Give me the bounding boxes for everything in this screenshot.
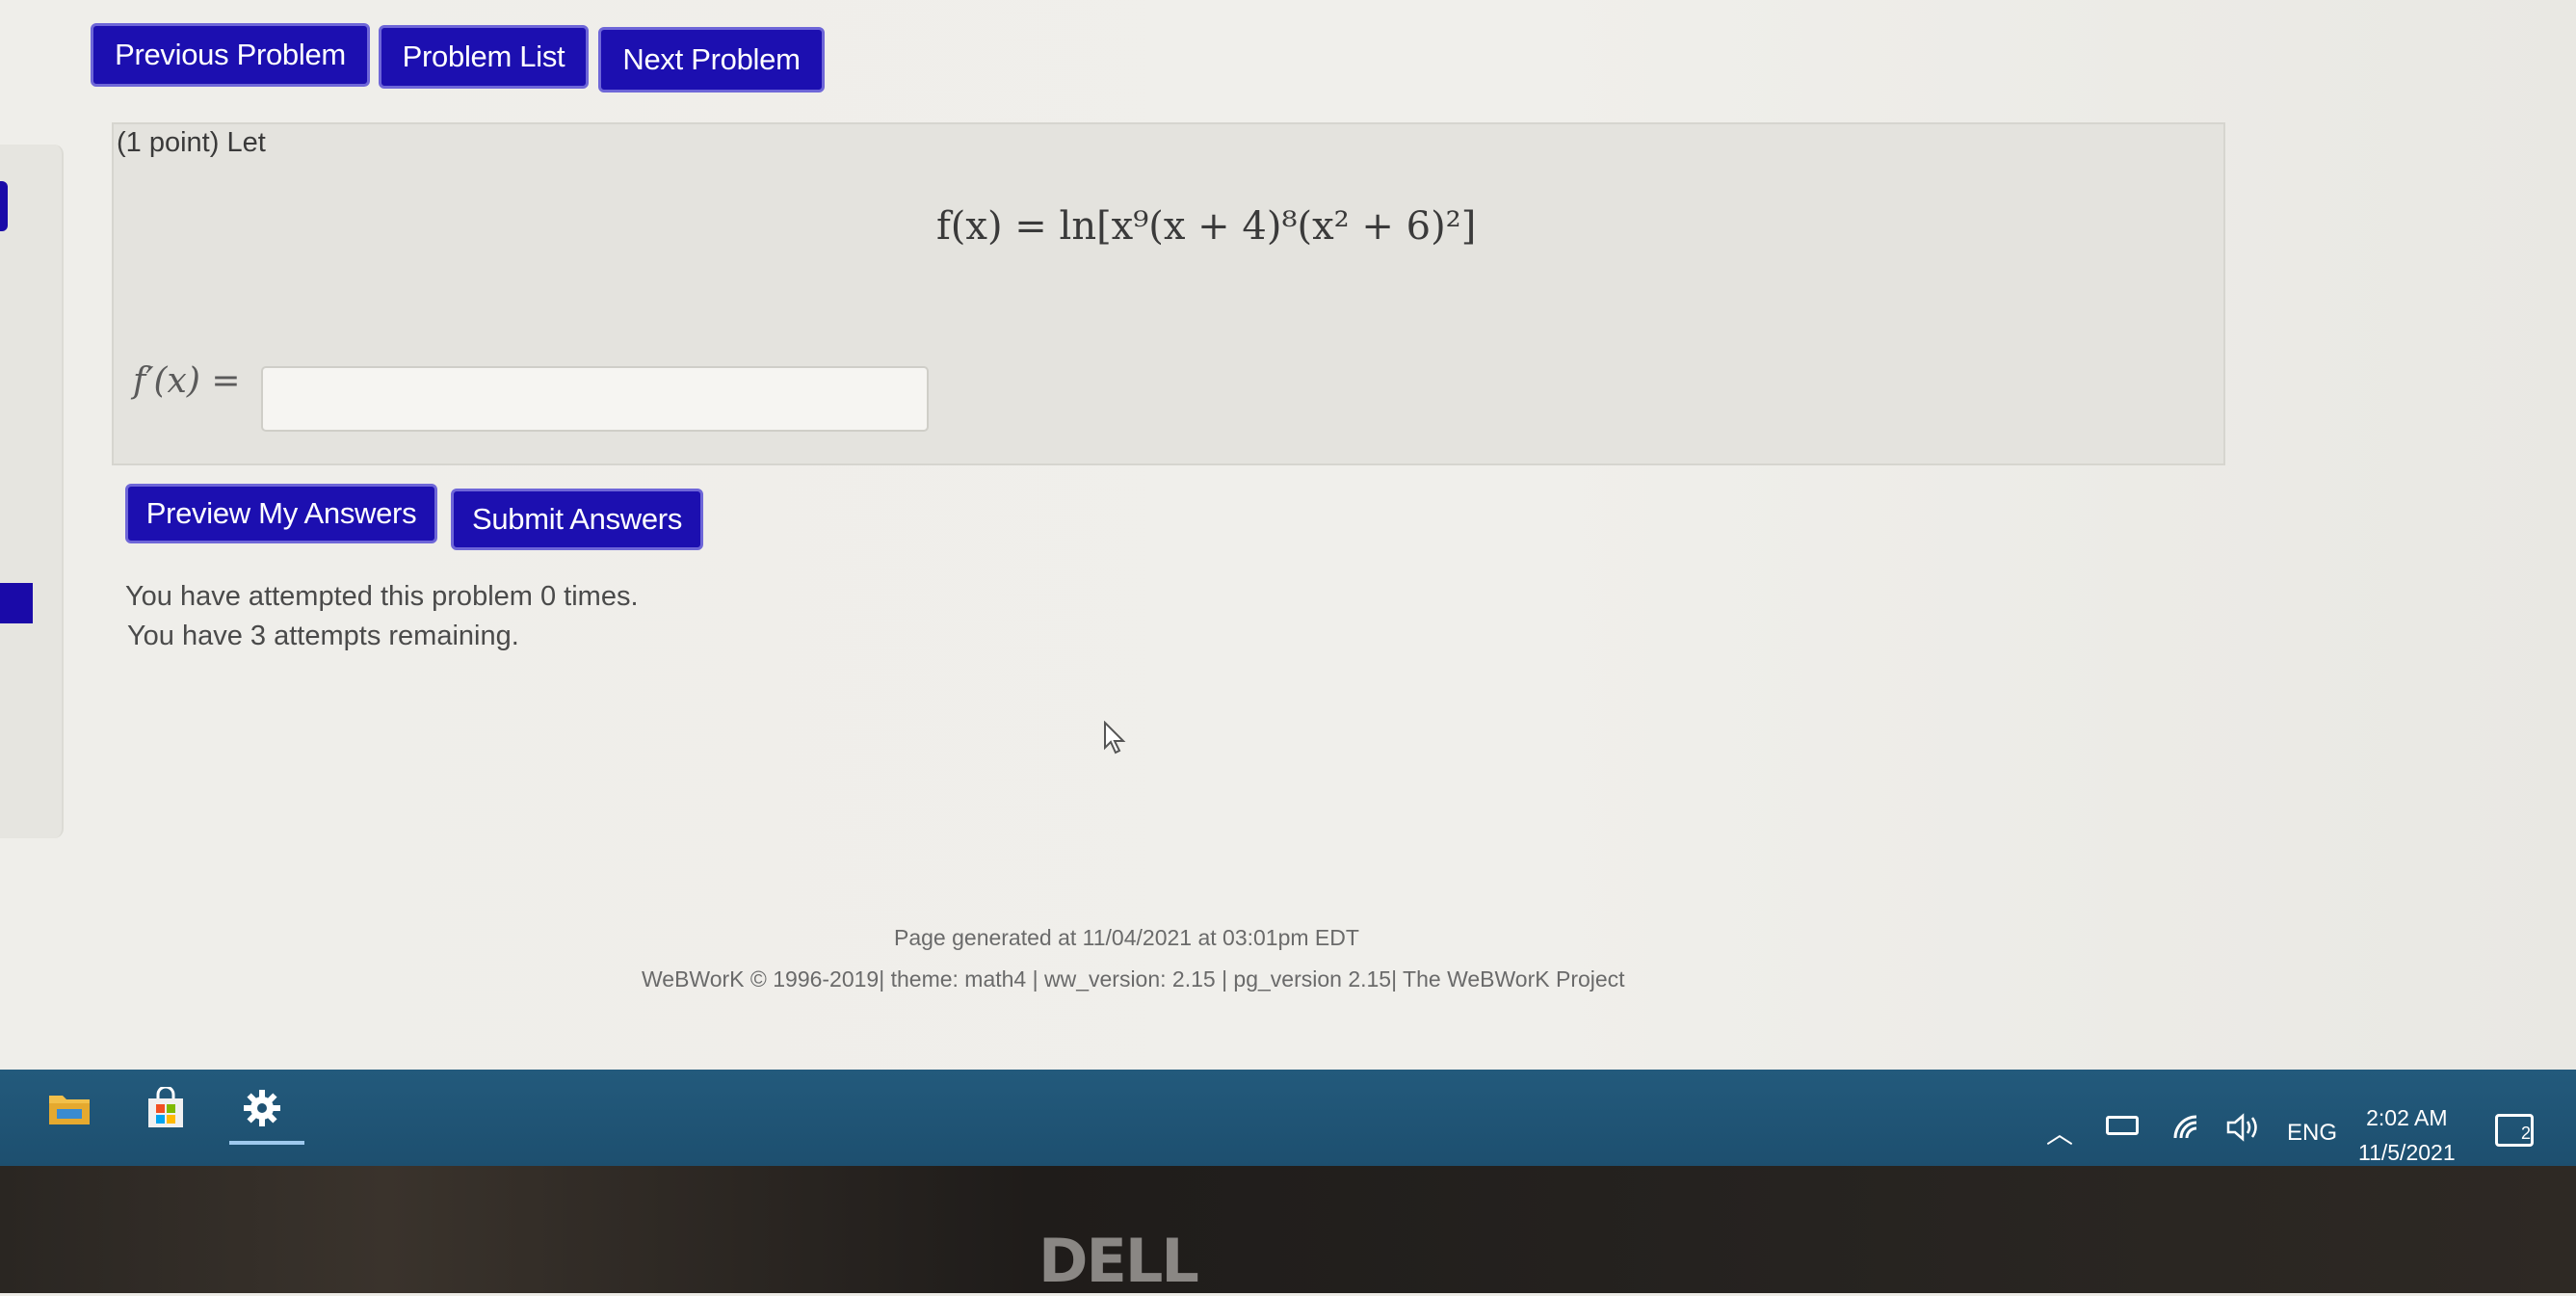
volume-icon[interactable]: [2225, 1113, 2264, 1149]
system-clock[interactable]: 2:02 AM 11/5/2021: [2358, 1100, 2456, 1170]
submit-answers-button[interactable]: Submit Answers: [451, 489, 703, 550]
battery-icon[interactable]: [2106, 1116, 2139, 1135]
page-generated-text: Page generated at 11/04/2021 at 03:01pm …: [894, 925, 1359, 950]
store-icon[interactable]: [141, 1085, 191, 1131]
sidebar-marker[interactable]: [0, 583, 33, 623]
language-indicator[interactable]: ENG: [2287, 1120, 2337, 1147]
left-sidebar: [0, 145, 64, 838]
settings-icon[interactable]: [237, 1085, 287, 1131]
problem-list-button[interactable]: Problem List: [379, 25, 589, 89]
clock-time: 2:02 AM: [2366, 1105, 2448, 1130]
notification-center-icon[interactable]: 2: [2495, 1114, 2534, 1147]
active-app-indicator: [229, 1141, 304, 1145]
answer-input[interactable]: [261, 366, 929, 432]
monitor-bezel: [0, 1166, 2576, 1293]
footer-credits[interactable]: WeBWorK © 1996-2019| theme: math4 | ww_v…: [642, 966, 1625, 992]
file-explorer-icon[interactable]: [44, 1085, 94, 1131]
show-hidden-icons-icon[interactable]: ︿: [2046, 1113, 2073, 1151]
dell-logo: DELL: [1038, 1226, 1199, 1296]
preview-answers-button[interactable]: Preview My Answers: [125, 484, 437, 543]
previous-problem-button[interactable]: Previous Problem: [91, 23, 370, 87]
clock-date: 11/5/2021: [2358, 1140, 2456, 1165]
wifi-icon[interactable]: [2171, 1113, 2204, 1147]
sidebar-marker[interactable]: [0, 181, 8, 231]
attempts-made-text: You have attempted this problem 0 times.: [125, 581, 639, 612]
notification-count: 2: [2520, 1124, 2531, 1143]
mouse-cursor-icon: [1103, 720, 1128, 760]
problem-points-label: (1 point) Let: [117, 127, 266, 158]
answer-label: f′(x) =: [133, 361, 241, 401]
attempts-remaining-text: You have 3 attempts remaining.: [127, 621, 519, 651]
next-problem-button[interactable]: Next Problem: [598, 27, 825, 93]
problem-formula: f(x) = ln[x⁹(x + 4)⁸(x² + 6)²]: [936, 204, 1477, 249]
